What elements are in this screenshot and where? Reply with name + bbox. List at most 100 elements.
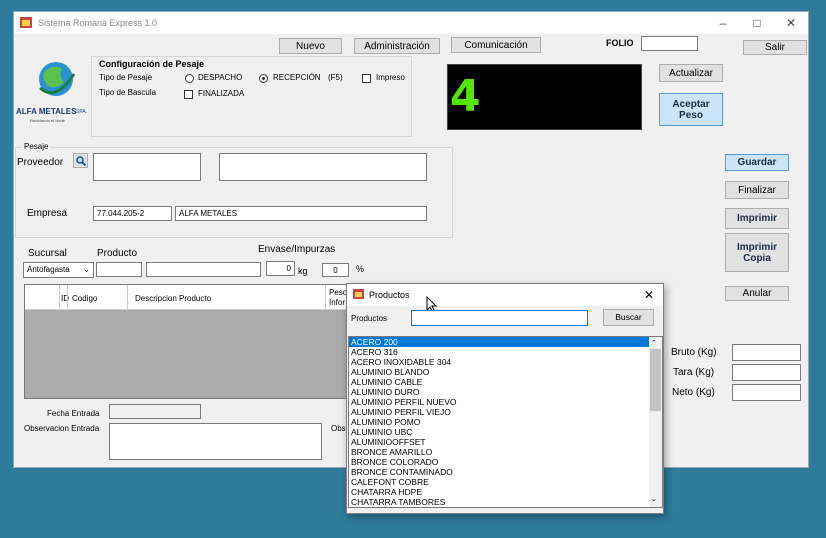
close-icon[interactable]: ✕ bbox=[637, 286, 661, 304]
list-item[interactable]: CHATARRA HDPE bbox=[349, 487, 649, 497]
list-item[interactable]: CALEFONT COBRE bbox=[349, 477, 649, 487]
list-item[interactable]: BRONCE CONTAMINADO bbox=[349, 467, 649, 477]
list-item[interactable]: CHATARRA TAMBORES bbox=[349, 497, 649, 507]
pesaje-title: Pesaje bbox=[22, 142, 51, 151]
observacion-entrada-input[interactable] bbox=[109, 423, 322, 460]
scroll-thumb[interactable] bbox=[650, 349, 661, 411]
guardar-button[interactable]: Guardar bbox=[725, 154, 789, 171]
col-codigo: Codigo bbox=[72, 294, 98, 303]
logo-tagline: Reciclando el Norte bbox=[30, 118, 65, 123]
recepcion-label: RECEPCIÓN bbox=[273, 73, 321, 82]
imprimir-copia-button[interactable]: Imprimir Copia bbox=[725, 233, 789, 272]
fecha-entrada-input bbox=[109, 404, 201, 419]
salir-button[interactable]: Salir bbox=[743, 40, 807, 55]
proveedor-label: Proveedor bbox=[17, 157, 64, 168]
products-grid[interactable]: ID Codigo Descripcion Producto Peso Info… bbox=[24, 284, 362, 399]
producto-code-input[interactable] bbox=[96, 262, 142, 277]
anular-button[interactable]: Anular bbox=[725, 286, 789, 301]
list-item[interactable]: ALUMINIOOFFSET bbox=[349, 437, 649, 447]
window-title: Sistema Romana Express 1.0 bbox=[38, 18, 158, 28]
envase-label: Envase/Impurzas bbox=[258, 244, 336, 255]
fecha-entrada-label: Fecha Entrada bbox=[47, 409, 100, 418]
producto-desc-input[interactable] bbox=[146, 262, 261, 277]
maximize-icon[interactable]: □ bbox=[740, 12, 774, 34]
company-logo: ALFA METALES SPA. Reciclando el Norte bbox=[14, 56, 90, 128]
productos-list-items: ACERO 200 ACERO 316 ACERO INOXIDABLE 304 AL… bbox=[349, 337, 649, 507]
weight-display: 4 bbox=[447, 64, 642, 130]
list-item[interactable]: ALUMINIO PERFIL NUEVO bbox=[349, 397, 649, 407]
config-title: Configuración de Pesaje bbox=[99, 59, 205, 69]
nuevo-button[interactable]: Nuevo bbox=[279, 38, 342, 54]
minimize-icon[interactable]: – bbox=[706, 12, 740, 34]
list-item[interactable]: ACERO 200 bbox=[349, 337, 649, 347]
empresa-label: Empresa bbox=[27, 208, 68, 219]
dialog-title-bar: Productos ✕ bbox=[347, 284, 663, 314]
list-item[interactable]: BRONCE COLORADO bbox=[349, 457, 649, 467]
list-item[interactable]: ALUMINIO PERFIL VIEJO bbox=[349, 407, 649, 417]
pct-unit: % bbox=[356, 264, 365, 274]
buscar-button[interactable]: Buscar bbox=[603, 309, 654, 326]
proveedor-name-input[interactable] bbox=[219, 153, 427, 181]
search-proveedor-button[interactable] bbox=[73, 153, 88, 168]
list-item[interactable]: BRONCE AMARILLO bbox=[349, 447, 649, 457]
neto-input[interactable] bbox=[732, 384, 801, 401]
logo-suffix: SPA. bbox=[76, 109, 88, 115]
neto-label: Neto (Kg) bbox=[672, 387, 715, 398]
tara-input[interactable] bbox=[732, 364, 801, 381]
aceptar-peso-button[interactable]: Aceptar Peso bbox=[659, 93, 723, 126]
sucursal-label: Sucursal bbox=[28, 248, 67, 259]
impreso-checkbox[interactable] bbox=[362, 74, 371, 83]
scroll-up-icon[interactable]: ⌃ bbox=[651, 339, 657, 347]
comunicacion-button[interactable]: Comunicación bbox=[451, 37, 541, 53]
productos-search-label: Productos bbox=[351, 314, 388, 323]
recepcion-radio[interactable] bbox=[259, 74, 268, 83]
envase-kg-input[interactable]: 0 bbox=[266, 261, 295, 276]
title-bar: Sistema Romana Express 1.0 – □ ✕ bbox=[14, 12, 808, 34]
proveedor-code-input[interactable] bbox=[93, 153, 201, 181]
empresa-rut-input[interactable]: 77.044.205-2 bbox=[93, 206, 172, 221]
logo-name: ALFA METALES bbox=[16, 107, 77, 116]
tara-label: Tara (Kg) bbox=[673, 367, 715, 378]
grid-header: ID Codigo Descripcion Producto Peso Info… bbox=[25, 285, 361, 310]
productos-dialog: Productos ✕ Productos Buscar ACERO 200 AC… bbox=[346, 283, 664, 514]
list-item[interactable]: ALUMINIO UBC bbox=[349, 427, 649, 437]
folio-label: FOLIO bbox=[606, 38, 634, 48]
list-item[interactable]: ALUMINIO DURO bbox=[349, 387, 649, 397]
observacion-entrada-label: Observacion Entrada bbox=[24, 424, 100, 433]
folio-input[interactable] bbox=[641, 36, 698, 51]
list-item[interactable]: ACERO 316 bbox=[349, 347, 649, 357]
list-item[interactable]: ALUMINIO BLANDO bbox=[349, 367, 649, 377]
app-icon bbox=[353, 289, 364, 299]
list-item[interactable]: ALUMINIO POMO bbox=[349, 417, 649, 427]
actualizar-button[interactable]: Actualizar bbox=[659, 64, 723, 82]
bruto-label: Bruto (Kg) bbox=[671, 347, 717, 358]
close-icon[interactable]: ✕ bbox=[774, 12, 808, 34]
scroll-down-icon[interactable]: ⌄ bbox=[651, 495, 657, 503]
impurezas-pct-input[interactable]: 0 bbox=[322, 263, 349, 277]
finalizada-label: FINALIZADA bbox=[198, 89, 245, 98]
bruto-input[interactable] bbox=[732, 344, 801, 361]
finalizada-checkbox[interactable] bbox=[184, 90, 193, 99]
dialog-title: Productos bbox=[369, 290, 410, 300]
list-item[interactable]: ALUMINIO CABLE bbox=[349, 377, 649, 387]
sucursal-value: Antofagasta bbox=[27, 265, 70, 274]
globe-icon bbox=[39, 62, 76, 96]
despacho-radio[interactable] bbox=[185, 74, 194, 83]
productos-search-input[interactable] bbox=[411, 310, 588, 326]
sucursal-select[interactable]: Antofagasta ⌄ bbox=[23, 262, 94, 278]
f5-hint: (F5) bbox=[328, 73, 343, 82]
productos-list[interactable]: ACERO 200 ACERO 316 ACERO INOXIDABLE 304 AL… bbox=[348, 336, 663, 508]
app-icon bbox=[20, 17, 32, 28]
list-scrollbar[interactable]: ⌃ ⌄ bbox=[649, 337, 662, 507]
list-item[interactable]: ACERO INOXIDABLE 304 bbox=[349, 357, 649, 367]
finalizar-button[interactable]: Finalizar bbox=[725, 181, 789, 199]
imprimir-button[interactable]: Imprimir bbox=[725, 208, 789, 229]
observacion-salida-label: Obs bbox=[331, 424, 346, 433]
empresa-name-input[interactable]: ALFA METALES bbox=[175, 206, 427, 221]
kg-unit: kg bbox=[298, 266, 308, 276]
col-descripcion: Descripcion Producto bbox=[135, 294, 212, 303]
administracion-button[interactable]: Administración bbox=[354, 38, 440, 54]
producto-label: Producto bbox=[97, 248, 138, 259]
weight-display-value: 4 bbox=[450, 71, 481, 122]
tipo-pesaje-label: Tipo de Pesaje bbox=[99, 73, 153, 82]
